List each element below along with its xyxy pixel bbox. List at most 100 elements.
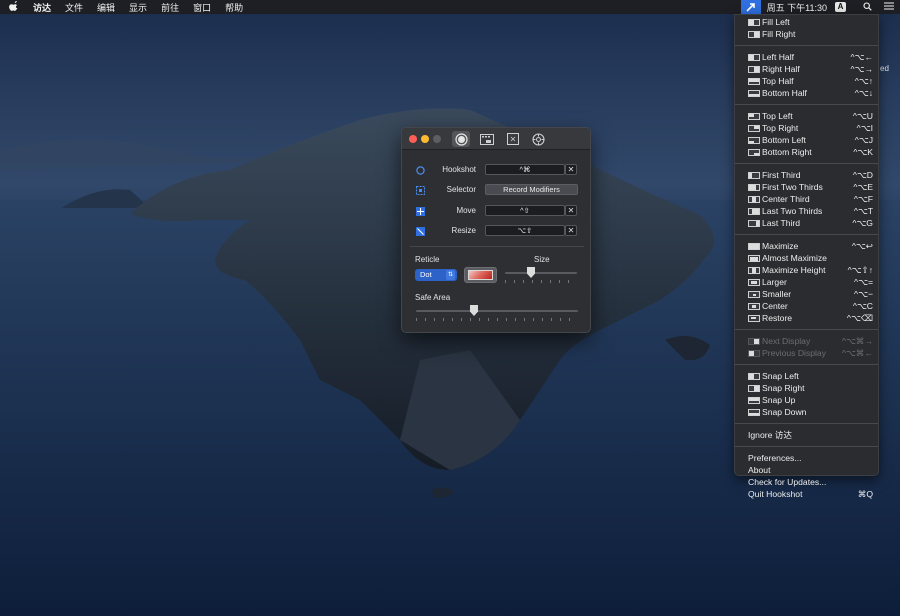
menu-help[interactable]: 帮助: [218, 1, 250, 14]
bottom-half-layout-icon: [748, 90, 760, 97]
size-slider[interactable]: [505, 267, 577, 283]
move-clear-button[interactable]: ✕: [565, 205, 577, 216]
minimize-window-button[interactable]: [421, 135, 429, 143]
menu-item-center-third[interactable]: Center Third ^⌥F: [735, 193, 878, 205]
tab-advanced[interactable]: [529, 131, 547, 147]
menu-item-top-left[interactable]: Top Left ^⌥U: [735, 110, 878, 122]
menu-go[interactable]: 前往: [154, 1, 186, 14]
tab-snapping[interactable]: [478, 131, 496, 147]
resize-diagonal-icon: [416, 227, 425, 236]
menu-item-shortcut: ^⌥F: [853, 194, 873, 204]
menu-view[interactable]: 显示: [122, 1, 154, 14]
menu-item-snap-left[interactable]: Snap Left: [735, 370, 878, 382]
menu-item-label: Last Two Thirds: [762, 206, 823, 216]
menu-item-snap-up[interactable]: Snap Up: [735, 394, 878, 406]
size-slider-track: [505, 272, 577, 274]
menu-window[interactable]: 窗口: [186, 1, 218, 14]
menu-item-top-half[interactable]: Top Half ^⌥↑: [735, 75, 878, 87]
top-left-layout-icon: [748, 113, 760, 120]
menu-item-label: Center: [762, 301, 788, 311]
move-shortcut-field[interactable]: ^⇧: [485, 205, 565, 216]
menu-bar: 访达 文件 编辑 显示 前往 窗口 帮助 周五 下午11:30 A: [0, 0, 900, 14]
menu-item-label: Restore: [762, 313, 793, 323]
size-slider-knob[interactable]: [527, 267, 535, 278]
hookshot-dropdown-menu: Fill Left Fill Right Left Half ^⌥← Right Hal…: [734, 14, 879, 499]
menu-item-bottom-left[interactable]: Bottom Left ^⌥J: [735, 134, 878, 146]
menu-item-shortcut: ^⌥⌘←: [841, 348, 873, 358]
menu-item-quit-hookshot[interactable]: Quit Hookshot ⌘Q: [735, 488, 878, 500]
menu-item-ignore-app[interactable]: Ignore 访达: [735, 429, 878, 441]
menu-item-shortcut: ^⌥⌘→: [841, 336, 873, 346]
menu-separator: [735, 423, 878, 424]
menu-item-shortcut: ^⌥D: [852, 170, 873, 180]
menu-item-snap-right[interactable]: Snap Right: [735, 382, 878, 394]
menu-item-first-two-thirds[interactable]: First Two Thirds ^⌥E: [735, 181, 878, 193]
menu-item-about[interactable]: About: [735, 464, 878, 476]
close-window-button[interactable]: [409, 135, 417, 143]
menu-finder[interactable]: 访达: [26, 1, 58, 14]
menu-edit[interactable]: 编辑: [90, 1, 122, 14]
menu-item-label: Maximize Height: [762, 265, 826, 275]
menu-item-right-half[interactable]: Right Half ^⌥→: [735, 63, 878, 75]
menu-item-next-display[interactable]: Next Display ^⌥⌘→: [735, 335, 878, 347]
menu-item-shortcut: ^⌥J: [854, 135, 873, 145]
zoom-window-button[interactable]: [433, 135, 441, 143]
keyboard-key-icon: [507, 133, 519, 145]
menu-item-shortcut: ^⌥E: [853, 182, 873, 192]
menu-item-label: Bottom Left: [762, 135, 806, 145]
hookshot-clear-button[interactable]: ✕: [565, 164, 577, 175]
resize-clear-button[interactable]: ✕: [565, 225, 577, 236]
menu-item-last-two-thirds[interactable]: Last Two Thirds ^⌥T: [735, 205, 878, 217]
menu-item-restore[interactable]: Restore ^⌥⌫: [735, 312, 878, 324]
menu-file[interactable]: 文件: [58, 1, 90, 14]
menu-item-shortcut: ^⌥C: [852, 301, 873, 311]
safe-area-slider-knob[interactable]: [470, 305, 478, 316]
menu-item-bottom-half[interactable]: Bottom Half ^⌥↓: [735, 87, 878, 99]
window-titlebar[interactable]: [402, 128, 590, 150]
menu-item-label: Snap Right: [762, 383, 805, 393]
menu-item-shortcut: ^⌥↓: [854, 88, 873, 98]
control-center-icon[interactable]: [878, 2, 900, 12]
menu-separator: [735, 104, 878, 105]
menu-item-maximize[interactable]: Maximize ^⌥↩: [735, 240, 878, 252]
spotlight-search-icon[interactable]: [856, 1, 878, 13]
menu-item-label: Larger: [762, 277, 787, 287]
menu-item-top-right[interactable]: Top Right ^⌥I: [735, 122, 878, 134]
resize-shortcut-field[interactable]: ⌥⇧: [485, 225, 565, 236]
menu-item-almost-maximize[interactable]: Almost Maximize: [735, 252, 878, 264]
menu-item-maximize-height[interactable]: Maximize Height ^⌥⇧↑: [735, 264, 878, 276]
apple-icon[interactable]: [0, 0, 26, 14]
menu-item-shortcut: ^⌥⌫: [846, 313, 873, 323]
menu-item-left-half[interactable]: Left Half ^⌥←: [735, 51, 878, 63]
menu-item-snap-down[interactable]: Snap Down: [735, 406, 878, 418]
reticle-color-well[interactable]: [464, 267, 497, 283]
menu-item-previous-display[interactable]: Previous Display ^⌥⌘←: [735, 347, 878, 359]
input-method-indicator[interactable]: A: [835, 2, 846, 12]
menu-separator: [735, 234, 878, 235]
menu-item-center[interactable]: Center ^⌥C: [735, 300, 878, 312]
menu-item-larger[interactable]: Larger ^⌥=: [735, 276, 878, 288]
menu-item-check-for-updates[interactable]: Check for Updates...: [735, 476, 878, 488]
hookshot-shortcut-field[interactable]: ^⌘: [485, 164, 565, 175]
menu-item-label: Smaller: [762, 289, 792, 299]
menu-item-smaller[interactable]: Smaller ^⌥−: [735, 288, 878, 300]
safe-area-slider[interactable]: [416, 305, 578, 321]
menu-item-fill-right[interactable]: Fill Right: [735, 28, 878, 40]
menu-item-bottom-right[interactable]: Bottom Right ^⌥K: [735, 146, 878, 158]
hookshot-status-icon[interactable]: [740, 0, 761, 14]
menubar-clock[interactable]: 周五 下午11:30: [767, 1, 835, 14]
menu-item-last-third[interactable]: Last Third ^⌥G: [735, 217, 878, 229]
tab-shortcuts[interactable]: [504, 131, 522, 147]
menu-separator: [735, 329, 878, 330]
menu-item-shortcut: ^⌥=: [854, 277, 873, 287]
menu-item-first-third[interactable]: First Third ^⌥D: [735, 169, 878, 181]
reticle-style-select[interactable]: Dot ⇅: [415, 269, 457, 281]
next-display-layout-icon: [748, 338, 760, 345]
tab-hookshot-general[interactable]: [452, 131, 470, 147]
last-third-layout-icon: [748, 220, 760, 227]
menu-item-preferences[interactable]: Preferences...: [735, 452, 878, 464]
record-modifiers-button[interactable]: Record Modifiers: [485, 184, 578, 195]
reticle-color-swatch: [468, 270, 493, 280]
menu-item-fill-left[interactable]: Fill Left: [735, 16, 878, 28]
menu-item-label: Check for Updates...: [748, 477, 827, 487]
